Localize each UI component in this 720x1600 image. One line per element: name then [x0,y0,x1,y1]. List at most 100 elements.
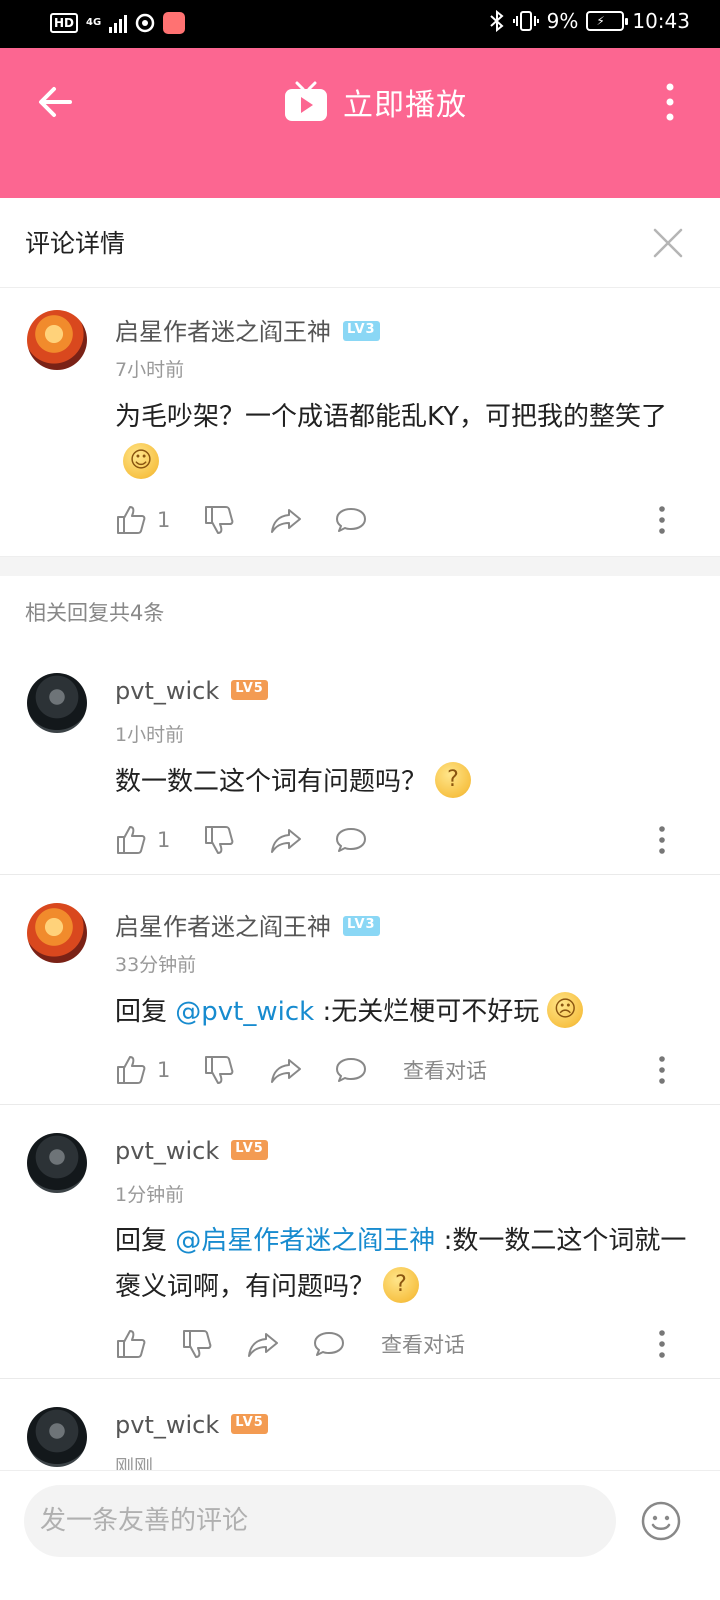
level-badge: LV3 [343,916,380,936]
share-icon [271,829,301,853]
like-count: 1 [157,508,171,532]
hotspot-icon [135,13,155,33]
reply-item: pvt_wick LV5 刚刚 [0,1394,720,1470]
battery-percent: 9% [546,9,579,33]
like-button[interactable]: 1 [115,820,170,860]
page-title: 评论详情 [25,229,126,258]
status-bar: HD 4G 9% ⚡ 10:43 [0,0,720,48]
level-badge: LV5 [231,1414,268,1434]
dislike-button[interactable] [181,1324,213,1364]
comment-more-icon[interactable] [652,820,672,860]
share-icon [271,509,301,533]
comment-actions: 查看对话 [115,1324,720,1364]
username[interactable]: pvt_wick LV5 [115,1137,268,1165]
like-button[interactable]: 1 [115,500,170,540]
emoji-smirk-icon: ☺ [123,442,159,479]
like-button[interactable] [115,1324,147,1364]
divider [0,1378,720,1379]
app-bar: 立即播放 [0,48,720,198]
timestamp: 1分钟前 [115,1184,185,1206]
share-button[interactable] [247,1324,279,1364]
timestamp: 33分钟前 [115,954,197,976]
username[interactable]: pvt_wick LV5 [115,1411,268,1439]
emoji-thinking-icon: ? [435,761,472,798]
username[interactable]: 启星作者迷之阎王神 LV3 [115,907,380,942]
reply-button[interactable] [335,1050,367,1090]
avatar[interactable] [27,1133,87,1193]
comment-more-icon[interactable] [652,1324,672,1364]
mention-link[interactable]: @pvt_wick [175,997,314,1027]
thumbs-down-icon [205,506,234,534]
reply-item: pvt_wick LV5 1小时前 数一数二这个词有问题吗？? 1 [0,660,720,874]
share-icon [271,1059,301,1083]
thumbs-up-icon [117,1330,146,1358]
comment-more-icon[interactable] [652,500,672,540]
vibrate-icon [512,11,539,31]
timestamp: 7小时前 [115,359,185,381]
username[interactable]: 启星作者迷之阎王神 LV3 [115,312,380,347]
emoji-picker-icon[interactable] [641,1501,681,1541]
reply-item: pvt_wick LV5 1分钟前 回复 @启星作者迷之阎王神 :数一数二这个词就… [0,1120,720,1378]
view-conversation-link[interactable]: 查看对话 [381,1324,465,1364]
reply-item: 启星作者迷之阎王神 LV3 33分钟前 回复 @pvt_wick :无关烂梗可不好… [0,890,720,1104]
close-icon[interactable] [652,227,684,259]
comment-actions: 1 [115,820,720,860]
view-conversation-link[interactable]: 查看对话 [403,1050,487,1090]
reply-button[interactable] [335,820,367,860]
comment-more-icon[interactable] [652,1050,672,1090]
battery-icon: ⚡ [586,11,629,31]
like-count: 1 [157,828,171,852]
app-notification-icon [163,12,186,34]
comment-detail-header: 评论详情 [0,198,720,288]
chat-bubble-icon [336,508,366,532]
mention-link[interactable]: @启星作者迷之阎王神 [175,1226,435,1256]
clock: 10:43 [632,9,690,33]
level-badge: LV5 [231,1140,268,1160]
reply-button[interactable] [335,500,367,540]
comment-input-container [24,1485,616,1557]
share-button[interactable] [270,820,302,860]
network-type: 4G [86,17,102,28]
play-now-label: 立即播放 [343,88,467,123]
comment-text: 回复 @pvt_wick :无关烂梗可不好玩 ☹ [115,989,690,1035]
comment-input[interactable] [24,1485,616,1557]
comment-input-bar [0,1470,720,1600]
comment-text: 回复 @启星作者迷之阎王神 :数一数二这个词就一褒义词啊，有问题吗？? [115,1226,687,1303]
hd-indicator: HD [50,13,79,33]
thumbs-up-icon [117,1056,146,1084]
section-divider [0,556,720,576]
signal-icon [109,13,128,33]
timestamp: 1小时前 [115,724,185,746]
share-icon [248,1333,278,1357]
username[interactable]: pvt_wick LV5 [115,677,268,705]
chat-bubble-icon [314,1332,344,1356]
avatar[interactable] [27,1407,87,1467]
comment-text: 为毛吵架？一个成语都能乱KY，可把我的整笑了☺ [115,394,690,486]
timestamp: 刚刚 [115,1456,154,1470]
like-count: 1 [157,1058,171,1082]
avatar[interactable] [27,903,87,963]
tv-play-icon [285,81,327,121]
like-button[interactable]: 1 [115,1050,170,1090]
thumbs-up-icon [117,826,146,854]
avatar[interactable] [27,310,87,370]
dislike-button[interactable] [203,500,235,540]
reply-button[interactable] [313,1324,345,1364]
thumbs-up-icon [117,506,146,534]
share-button[interactable] [270,1050,302,1090]
thumbs-down-icon [205,1056,234,1084]
bluetooth-icon [489,10,504,32]
dislike-button[interactable] [203,820,235,860]
dislike-button[interactable] [203,1050,235,1090]
avatar[interactable] [27,673,87,733]
level-badge: LV3 [343,321,380,341]
thumbs-down-icon [183,1330,212,1358]
back-arrow-icon[interactable] [32,78,80,126]
share-button[interactable] [270,500,302,540]
play-now-button[interactable]: 立即播放 [283,78,467,126]
comment-actions: 1 [115,500,720,540]
emoji-sneer-icon: ☹ [547,991,584,1028]
chat-bubble-icon [336,828,366,852]
more-options-icon[interactable] [658,78,682,126]
chat-bubble-icon [336,1058,366,1082]
